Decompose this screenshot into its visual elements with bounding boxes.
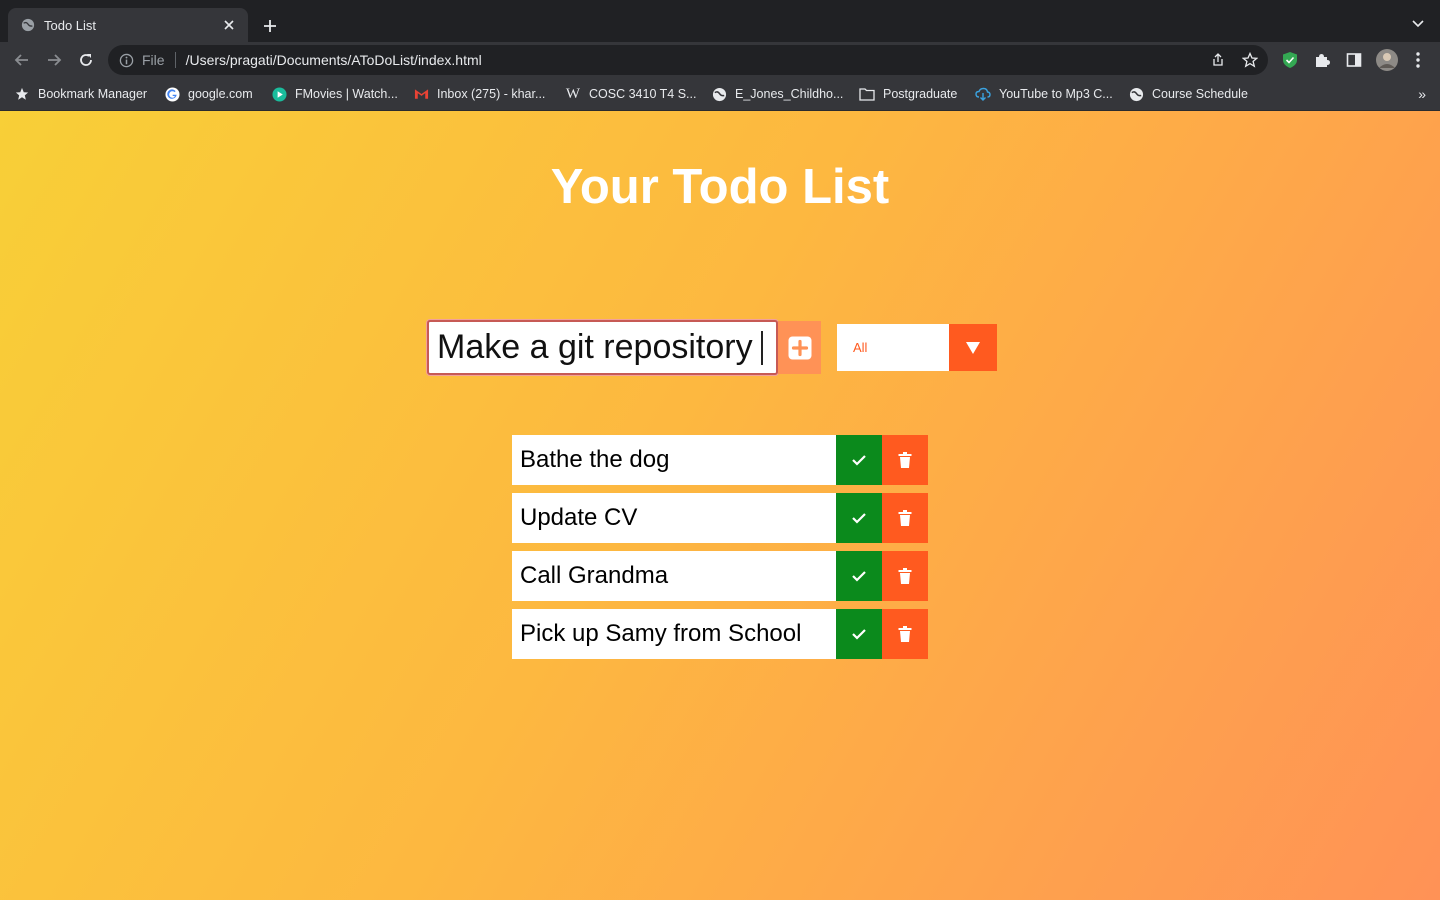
todo-input-value: Make a git repository [437, 328, 753, 366]
check-icon [852, 629, 866, 640]
todo-item: Call Grandma [512, 551, 928, 601]
check-icon [852, 513, 866, 524]
browser-toolbar: File /Users/pragati/Documents/AToDoList/… [0, 42, 1440, 78]
bookmark-item[interactable]: Inbox (275) - khar... [413, 84, 545, 104]
address-bar[interactable]: File /Users/pragati/Documents/AToDoList/… [108, 45, 1268, 75]
plus-square-icon [788, 336, 811, 359]
bookmark-label: Bookmark Manager [38, 87, 148, 101]
todo-item: Update CV [512, 493, 928, 543]
todo-item-text[interactable]: Bathe the dog [512, 435, 836, 485]
dropdown-arrow-icon[interactable] [949, 324, 997, 371]
google-icon [164, 86, 180, 102]
bookmarks-bar: Bookmark Manager google.com FMovies | Wa… [0, 78, 1440, 111]
delete-button[interactable] [882, 493, 928, 543]
bookmark-item[interactable]: E_Jones_Childho... [711, 84, 843, 104]
globe-icon [20, 17, 36, 33]
todo-item-text[interactable]: Update CV [512, 493, 836, 543]
forward-icon[interactable] [42, 48, 66, 72]
close-tab-icon[interactable] [220, 16, 238, 34]
bookmark-label: FMovies | Watch... [295, 87, 398, 101]
delete-button[interactable] [882, 435, 928, 485]
check-icon [852, 455, 866, 466]
filter-select[interactable]: All [837, 324, 997, 371]
new-tab-button[interactable] [258, 14, 282, 38]
bookmark-label: Postgraduate [883, 87, 958, 101]
more-bookmarks-chevron-icon[interactable]: » [1418, 86, 1426, 102]
delete-button[interactable] [882, 551, 928, 601]
bookmark-item[interactable]: Bookmark Manager [14, 84, 147, 104]
bookmark-star-icon[interactable] [1240, 50, 1260, 70]
add-todo-button[interactable] [778, 321, 821, 374]
tab-strip: Todo List [0, 0, 1440, 42]
complete-button[interactable] [836, 435, 882, 485]
filter-selected-value: All [853, 340, 868, 355]
trash-icon [898, 452, 912, 468]
fmovies-icon [271, 86, 287, 102]
bookmark-item[interactable]: YouTube to Mp3 C... [975, 84, 1113, 104]
profile-avatar-icon[interactable] [1375, 48, 1399, 72]
bookmark-item[interactable]: google.com [164, 84, 253, 104]
bookmark-item[interactable]: W COSC 3410 T4 S... [565, 84, 697, 104]
menu-kebab-icon[interactable] [1408, 50, 1428, 70]
todo-item-text[interactable]: Call Grandma [512, 551, 836, 601]
wikipedia-icon: W [565, 85, 581, 102]
bookmark-item[interactable]: Postgraduate [859, 84, 957, 104]
back-icon[interactable] [10, 48, 34, 72]
trash-icon [898, 626, 912, 642]
todo-item: Bathe the dog [512, 435, 928, 485]
globe-icon [1128, 86, 1144, 102]
side-panel-icon[interactable] [1344, 50, 1364, 70]
bookmark-item[interactable]: FMovies | Watch... [271, 84, 398, 104]
folder-icon [859, 86, 875, 102]
star-icon [14, 86, 30, 102]
bookmark-item[interactable]: Course Schedule [1128, 84, 1248, 104]
todo-item: Pick up Samy from School [512, 609, 928, 659]
info-icon[interactable] [118, 52, 134, 68]
delete-button[interactable] [882, 609, 928, 659]
extensions-puzzle-icon[interactable] [1312, 50, 1332, 70]
scheme-label: File [142, 52, 165, 68]
trash-icon [898, 510, 912, 526]
todo-input[interactable]: Make a git repository [427, 320, 778, 375]
divider [174, 52, 176, 68]
bookmark-label: google.com [188, 87, 253, 101]
globe-icon [711, 86, 727, 102]
todo-list: Bathe the dog Update CV Call Grandma Pic… [512, 435, 928, 667]
bookmark-label: E_Jones_Childho... [735, 87, 844, 101]
reload-icon[interactable] [74, 48, 98, 72]
todo-item-text[interactable]: Pick up Samy from School [512, 609, 836, 659]
url-text[interactable]: /Users/pragati/Documents/AToDoList/index… [186, 52, 482, 68]
download-cloud-icon [975, 86, 991, 102]
text-caret [760, 330, 763, 365]
complete-button[interactable] [836, 551, 882, 601]
gmail-icon [413, 86, 429, 102]
bookmark-label: YouTube to Mp3 C... [999, 87, 1113, 101]
browser-tab[interactable]: Todo List [8, 8, 248, 42]
page-title: Your Todo List [550, 160, 890, 214]
share-icon[interactable] [1208, 50, 1228, 70]
complete-button[interactable] [836, 493, 882, 543]
check-icon [852, 571, 866, 582]
bookmark-label: Inbox (275) - khar... [437, 87, 546, 101]
shield-extension-icon[interactable] [1280, 50, 1300, 70]
bookmark-label: COSC 3410 T4 S... [589, 87, 697, 101]
bookmark-label: Course Schedule [1152, 87, 1248, 101]
complete-button[interactable] [836, 609, 882, 659]
tab-title: Todo List [44, 17, 97, 33]
tab-search-chevron-icon[interactable] [1408, 14, 1428, 34]
trash-icon [898, 568, 912, 584]
todo-app-page: Your Todo List Make a git repository All… [0, 111, 1440, 900]
